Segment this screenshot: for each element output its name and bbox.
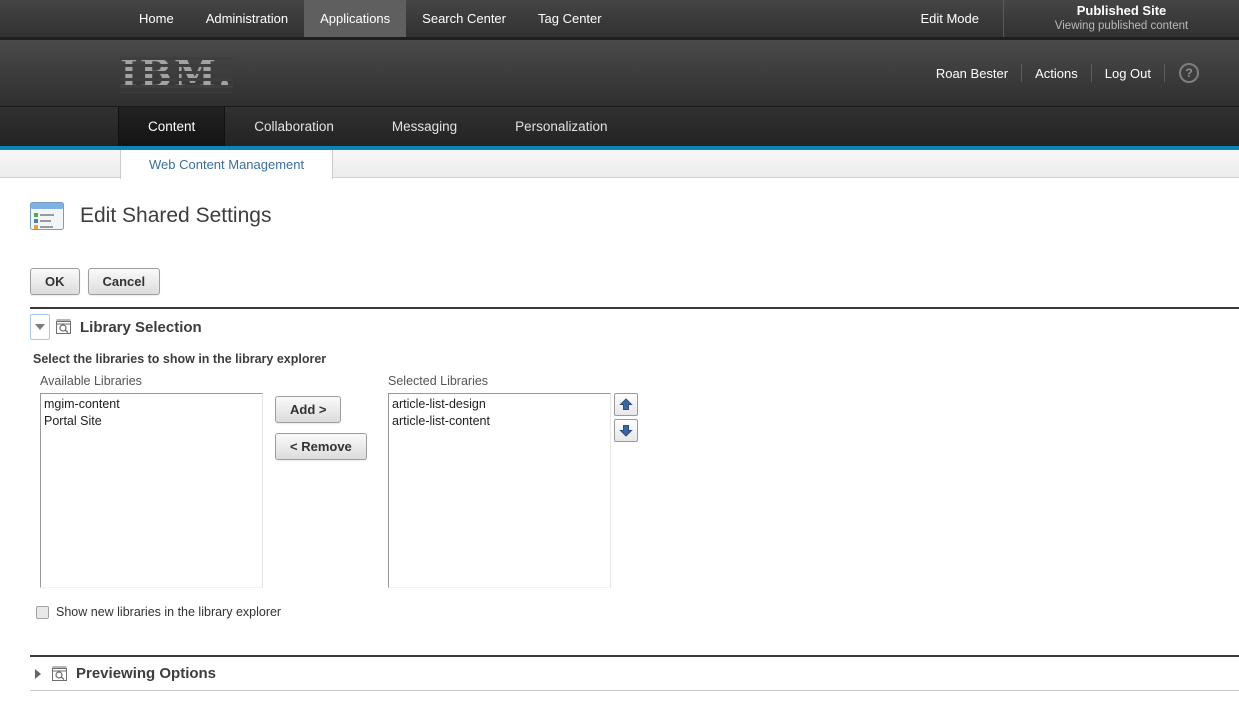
available-libraries-label: Available Libraries [40,374,142,388]
selected-libraries-listbox[interactable]: article-list-design article-list-content [388,393,611,588]
remove-button[interactable]: < Remove [275,433,367,460]
previewing-options-section: Previewing Options [30,655,1239,691]
topbar-right: Edit Mode Published Site Viewing publish… [896,0,1239,37]
chevron-right-icon [35,668,41,679]
list-item[interactable]: Portal Site [44,413,259,430]
list-item[interactable]: article-list-content [392,413,607,430]
main-tabs: Content Collaboration Messaging Personal… [118,107,636,146]
sub-tab-row: Web Content Management [0,150,1239,179]
help-icon[interactable]: ? [1179,63,1199,83]
top-nav: Home Administration Applications Search … [123,0,618,37]
arrow-down-icon [619,425,633,437]
user-menu[interactable]: Roan Bester [923,66,1021,81]
arrow-up-icon [619,398,633,410]
topnav-item-home[interactable]: Home [123,0,190,37]
add-button[interactable]: Add > [275,396,342,423]
ok-button[interactable]: OK [30,268,80,295]
top-navigation-bar: Home Administration Applications Search … [0,0,1239,37]
subtab-web-content-management[interactable]: Web Content Management [120,150,334,179]
tab-content[interactable]: Content [118,107,226,146]
move-up-button[interactable] [614,393,638,416]
selected-libraries-label: Selected Libraries [388,374,489,388]
main-tab-bar: Content Collaboration Messaging Personal… [0,106,1239,146]
brand-banner: IBM. Roan Bester Actions Log Out ? [0,40,1239,106]
library-selection-section: Library Selection Select the libraries t… [30,307,1239,619]
actions-menu[interactable]: Actions [1022,66,1091,81]
site-subtitle: Viewing published content [1054,20,1189,33]
transfer-buttons: Add > < Remove [263,374,388,588]
shared-settings-icon [30,202,64,230]
page-heading: Edit Shared Settings [30,202,271,230]
reorder-buttons [614,374,638,588]
show-new-libraries-row[interactable]: Show new libraries in the library explor… [36,605,1239,619]
topnav-item-administration[interactable]: Administration [190,0,304,37]
chevron-down-icon [35,324,45,330]
site-title: Published Site [1076,3,1167,19]
topnav-item-applications[interactable]: Applications [304,0,407,37]
banner-links: Roan Bester Actions Log Out ? [923,63,1199,83]
move-down-button[interactable] [614,419,638,442]
section-title: Library Selection [80,318,202,336]
section-title: Previewing Options [76,665,217,682]
previewing-options-header[interactable]: Previewing Options [30,657,1239,691]
checkbox-label: Show new libraries in the library explor… [56,605,282,619]
list-item[interactable]: article-list-design [392,396,607,413]
cancel-button[interactable]: Cancel [87,268,161,295]
topnav-item-tag-center[interactable]: Tag Center [522,0,618,37]
section-magnifier-icon [51,666,68,682]
show-new-libraries-checkbox[interactable] [36,605,49,619]
tab-messaging[interactable]: Messaging [363,107,486,146]
page-title: Edit Shared Settings [80,204,272,227]
divider [1164,64,1165,82]
site-switcher[interactable]: Published Site Viewing published content [1003,0,1239,37]
selected-column: Selected Libraries article-list-design a… [388,374,611,588]
library-selection-header[interactable]: Library Selection [30,309,1239,340]
library-picker: Available Libraries mgim-content Portal … [40,374,1239,588]
section-magnifier-icon [55,319,72,335]
edit-mode-button[interactable]: Edit Mode [896,0,1003,37]
list-item[interactable]: mgim-content [44,396,259,413]
logout-link[interactable]: Log Out [1092,66,1164,81]
tab-collaboration[interactable]: Collaboration [225,107,363,146]
ibm-logo: IBM. [120,51,234,96]
tab-personalization[interactable]: Personalization [486,107,636,146]
collapse-toggle-button[interactable] [30,314,50,340]
available-column: Available Libraries mgim-content Portal … [40,374,263,588]
form-actions: OK Cancel [30,268,161,295]
topnav-item-search-center[interactable]: Search Center [406,0,522,37]
available-libraries-listbox[interactable]: mgim-content Portal Site [40,393,263,588]
page-root: Home Administration Applications Search … [0,0,1239,701]
instruction-text: Select the libraries to show in the libr… [33,352,327,366]
